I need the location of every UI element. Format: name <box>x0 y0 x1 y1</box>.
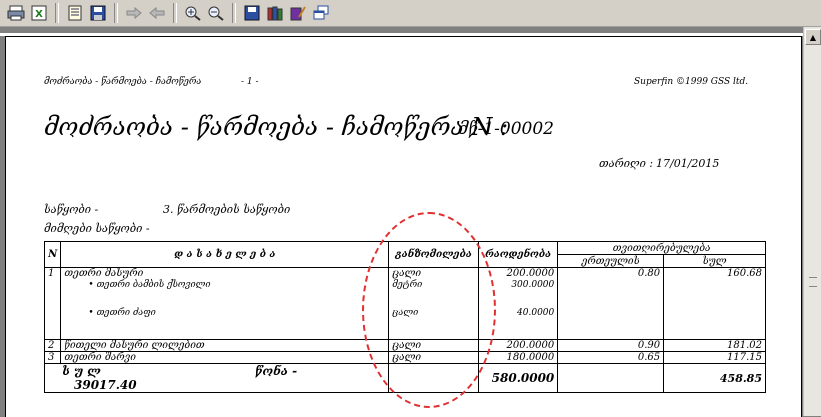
toolbar: X <box>0 0 821 27</box>
header-report-name: მოძრაობა - წარმოება - ჩამოწერა <box>44 77 202 87</box>
table-row: 3 თეთრი შარვი ცალი 180.0000 0.65 117.15 <box>43 351 766 364</box>
document-number: მწ-1-00002 <box>458 119 554 139</box>
save-disk-icon[interactable] <box>242 3 262 23</box>
book-edit-icon[interactable] <box>288 3 308 23</box>
report-page: მოძრაობა - წარმოება - ჩამოწერა - 1 - Sup… <box>5 36 802 417</box>
header-copyright: Superfin ©1999 GSS ltd. <box>634 77 749 87</box>
back-icon[interactable] <box>147 3 167 23</box>
footer-weight-label: წონა - <box>254 364 298 378</box>
col-header-total: სულ <box>663 254 766 268</box>
footer-qty-total: 580.0000 <box>477 363 559 393</box>
header-page-number: - 1 - <box>241 77 259 87</box>
footer-total-label: ს უ ლ <box>62 364 101 378</box>
table-footer-row: ს უ ლ წონა - 39017.40 580.0000 458.85 <box>43 363 766 393</box>
document-title: მოძრაობა - წარმოება - ჩამოწერა N : <box>44 113 509 141</box>
zoom-in-icon[interactable] <box>183 3 203 23</box>
books-icon[interactable] <box>265 3 285 23</box>
warehouse-label: საწყობი - <box>44 203 99 216</box>
footer-cost-total: 458.85 <box>663 363 766 393</box>
excel-export-icon[interactable]: X <box>29 3 49 23</box>
col-header-name: დ ა ს ა ხ ე ლ ე ბ ა <box>60 241 390 268</box>
warehouse-value: 3. წარმოების საწყობი <box>163 203 291 216</box>
zoom-out-icon[interactable] <box>206 3 226 23</box>
col-header-unit-cost: ერთეულის <box>557 254 665 268</box>
col-header-cost-group: თვითღირებულება <box>557 241 766 255</box>
col-header-qty: რაოდენობა <box>477 241 559 268</box>
scroll-thumb-grip[interactable] <box>809 277 817 287</box>
scroll-up-arrow-icon[interactable]: ▲ <box>805 29 821 45</box>
date-value: 17/01/2015 <box>656 157 720 170</box>
items-table: N დ ა ს ა ხ ე ლ ე ბ ა განზომილება რაოდენ… <box>43 241 766 393</box>
table-row: 1 თეთრი მასური • თეთრი ბამბის ქსოვილი • … <box>43 267 766 340</box>
vertical-scrollbar[interactable]: ▲ <box>803 27 821 416</box>
forward-icon[interactable] <box>124 3 144 23</box>
save-icon[interactable] <box>88 3 108 23</box>
footer-weight-value: 39017.40 <box>74 378 137 392</box>
printer-icon[interactable] <box>6 3 26 23</box>
date-label: თარიღი : <box>599 157 654 170</box>
page-setup-icon[interactable] <box>65 3 85 23</box>
col-header-n: N <box>43 241 62 268</box>
destination-warehouse-label: მიმღები საწყობი - <box>44 222 150 235</box>
table-row: 2 წითელი მასური ლილებით ცალი 200.0000 0.… <box>43 339 766 352</box>
svg-text:X: X <box>35 9 43 20</box>
windows-icon[interactable] <box>311 3 331 23</box>
col-header-unit: განზომილება <box>388 241 479 268</box>
